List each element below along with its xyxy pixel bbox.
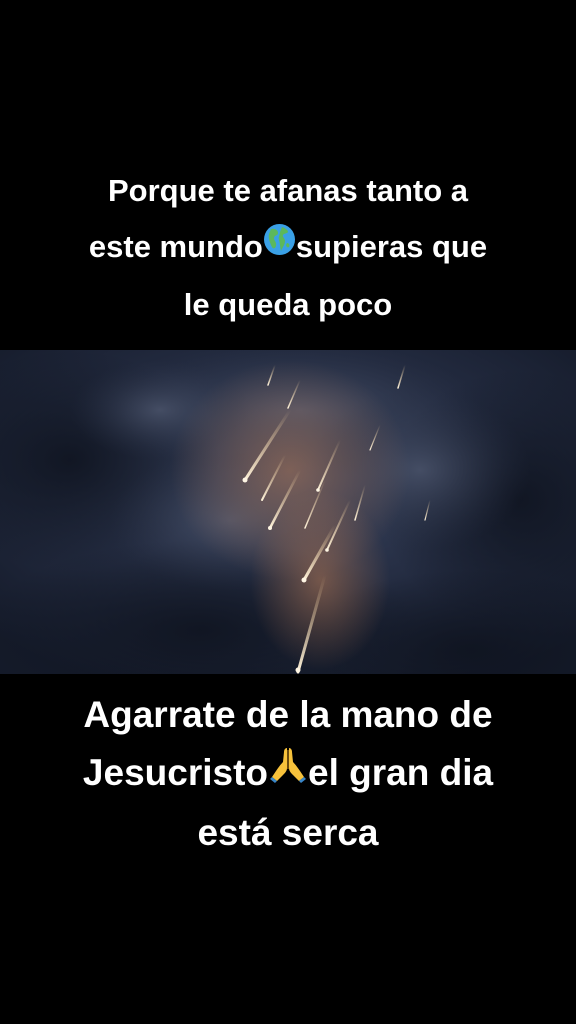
bottom-caption-line-2-end: el gran dia (308, 752, 494, 793)
video-frame[interactable] (0, 350, 576, 674)
top-caption-line-2-start: este mundo (88, 229, 263, 264)
bottom-caption-line-2: Jesucristo el gran dia (0, 744, 576, 804)
top-caption-line-3: le queda poco (183, 286, 393, 322)
top-caption-line-2: este mundo supieras que (0, 219, 576, 277)
top-caption-line-1: Porque te afanas tanto a (107, 173, 469, 208)
globe-americas-icon (263, 218, 296, 274)
bottom-caption-line-3: está serca (197, 812, 379, 854)
bottom-caption: Agarrate de la mano de Jesucristo el gra… (0, 686, 576, 862)
praying-hands-icon (268, 743, 308, 801)
meteor-shower-icon (0, 350, 576, 674)
top-caption-line-2-end: supieras que (295, 229, 488, 264)
bottom-caption-line-2-start: Jesucristo (82, 752, 269, 793)
top-caption: Porque te afanas tanto a este mundo supi… (0, 163, 576, 333)
bottom-caption-line-1: Agarrate de la mano de (83, 694, 493, 735)
